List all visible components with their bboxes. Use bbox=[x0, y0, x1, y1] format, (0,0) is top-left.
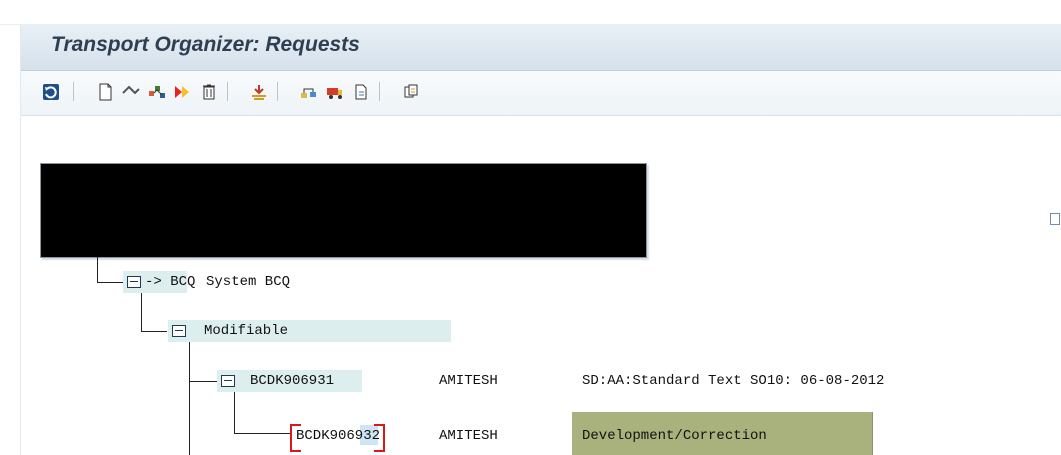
page-title: Transport Organizer: Requests bbox=[51, 33, 360, 56]
tree-line-horizontal bbox=[97, 282, 123, 283]
task-description: Development/Correction bbox=[582, 428, 767, 444]
task-row[interactable]: BCDK906932 AMITESH Development/Correctio… bbox=[296, 425, 856, 447]
modifiable-label[interactable]: Modifiable bbox=[204, 323, 288, 339]
object-list-icon[interactable] bbox=[147, 82, 167, 102]
folder-icon[interactable] bbox=[221, 375, 235, 387]
tree-line-vertical bbox=[189, 339, 190, 455]
tree-line-horizontal bbox=[141, 331, 167, 332]
toolbar bbox=[21, 71, 1061, 116]
toolbar-separator bbox=[227, 82, 228, 101]
document-icon[interactable] bbox=[351, 82, 371, 102]
toolbar-separator bbox=[277, 82, 278, 101]
folder-icon[interactable] bbox=[127, 276, 141, 288]
refresh-icon[interactable] bbox=[41, 82, 61, 102]
title-bar: Transport Organizer: Requests bbox=[21, 24, 1061, 71]
release-icon[interactable] bbox=[173, 82, 193, 102]
request-description: SD:AA:Standard Text SO10: 06-08-2012 bbox=[582, 373, 885, 389]
change-display-icon[interactable] bbox=[121, 82, 141, 102]
transport-icon[interactable] bbox=[325, 82, 345, 102]
tree-line-vertical bbox=[141, 290, 142, 332]
request-id[interactable]: BCDK906931 bbox=[250, 373, 334, 389]
request-tree-icon[interactable] bbox=[299, 82, 319, 102]
folder-icon[interactable] bbox=[172, 325, 186, 337]
toolbar-separator bbox=[73, 82, 74, 101]
copy-icon[interactable] bbox=[401, 82, 421, 102]
system-suffix: System BCQ bbox=[206, 274, 291, 290]
new-document-icon[interactable] bbox=[95, 82, 115, 102]
tree-line-vertical bbox=[97, 257, 98, 283]
tree-line-horizontal bbox=[189, 381, 217, 382]
tree-line-horizontal bbox=[234, 433, 290, 434]
system-label[interactable]: -> BCQ bbox=[145, 274, 195, 290]
import-icon[interactable] bbox=[249, 82, 269, 102]
redacted-area bbox=[40, 163, 647, 258]
request-owner: AMITESH bbox=[439, 373, 498, 389]
right-edge-icon bbox=[1050, 213, 1060, 225]
toolbar-separator bbox=[379, 82, 380, 101]
task-id[interactable]: BCDK906932 bbox=[296, 428, 380, 444]
delete-icon[interactable] bbox=[199, 82, 219, 102]
system-node[interactable]: -> BCQ System BCQ bbox=[145, 271, 345, 293]
tree-line-vertical bbox=[234, 390, 235, 434]
window-top-strip bbox=[0, 0, 1061, 25]
modifiable-node[interactable]: Modifiable bbox=[204, 320, 344, 342]
task-owner: AMITESH bbox=[439, 428, 498, 444]
request-row[interactable]: BCDK906931 AMITESH SD:AA:Standard Text S… bbox=[250, 370, 990, 392]
